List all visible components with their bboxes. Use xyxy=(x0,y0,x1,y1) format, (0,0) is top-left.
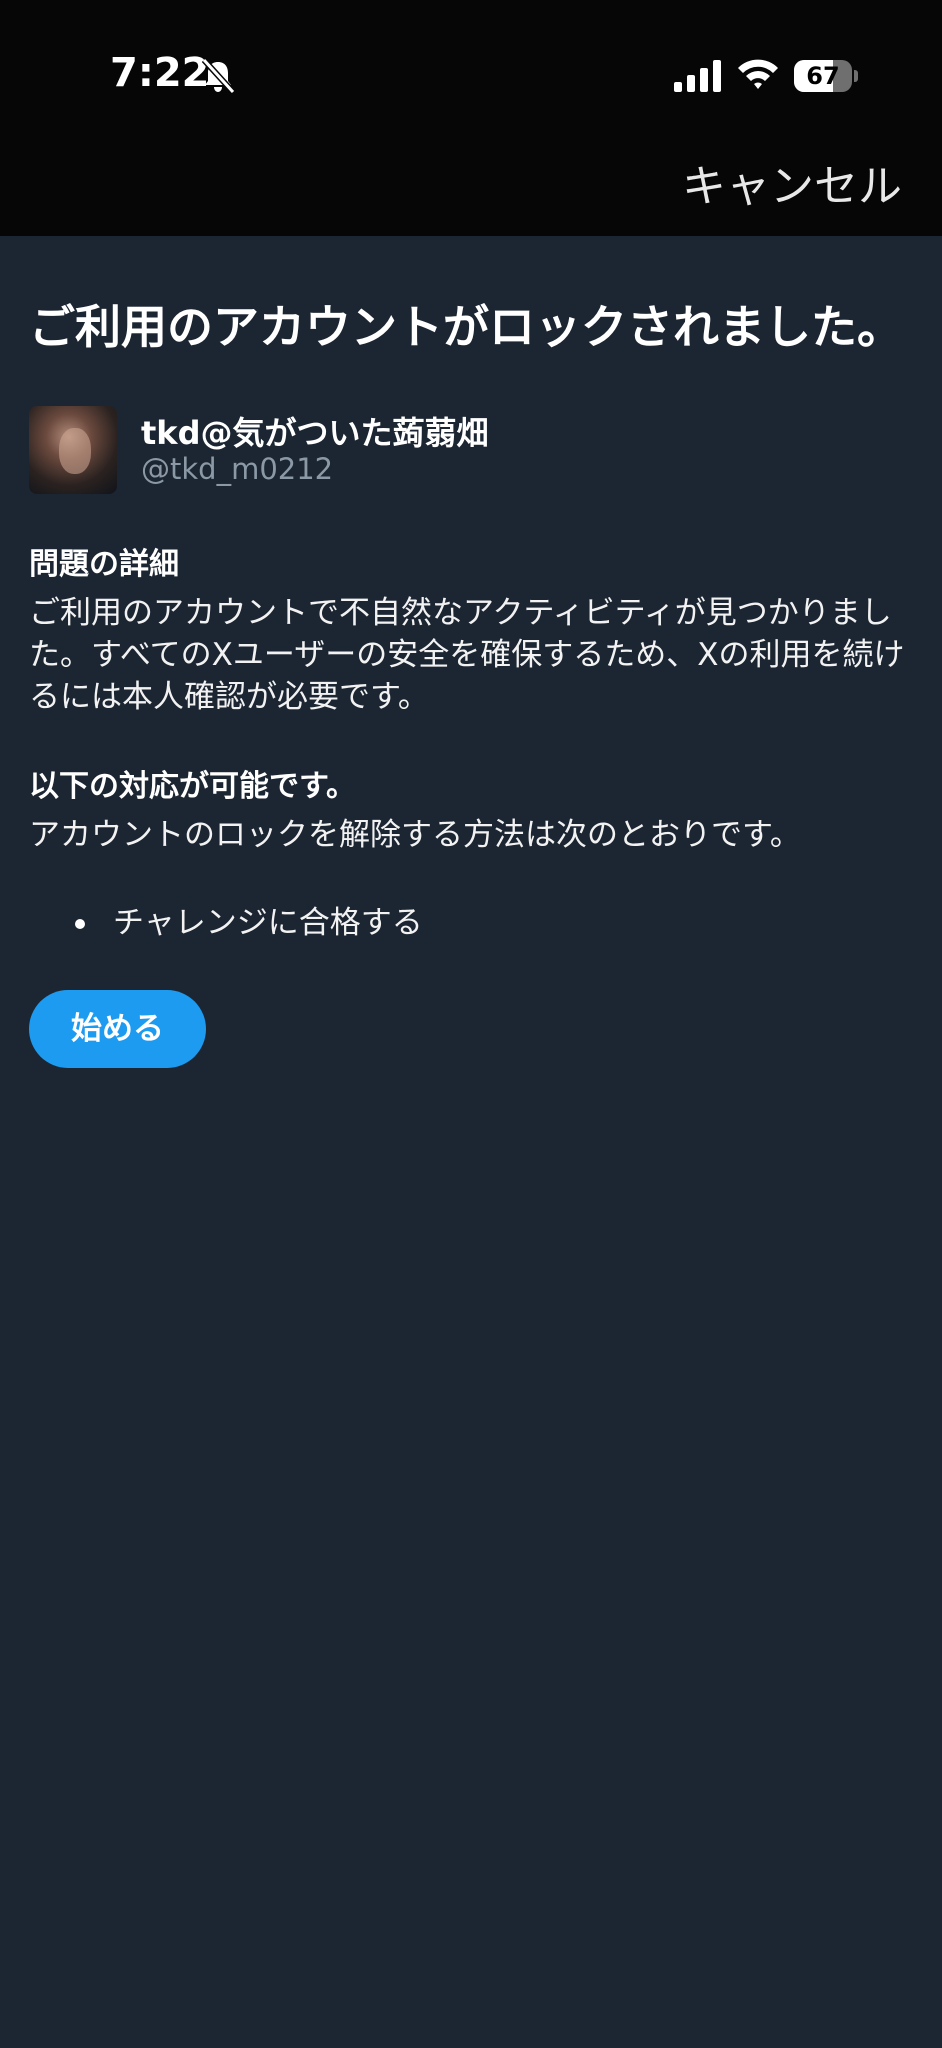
user-handle: @tkd_m0212 xyxy=(141,452,334,486)
options-list: チャレンジに合格する xyxy=(29,902,913,944)
battery-tip xyxy=(854,70,858,82)
battery-icon: 67 xyxy=(794,60,858,92)
avatar-face xyxy=(59,428,91,474)
battery-body: 67 xyxy=(794,60,852,92)
options-heading: 以下の対応が可能です。 xyxy=(29,769,356,804)
page-title: ご利用のアカウントがロックされました。 xyxy=(29,300,903,354)
signal-icon xyxy=(674,60,721,92)
avatar xyxy=(29,406,117,494)
display-name: tkd@気がついた蒟蒻畑 xyxy=(141,414,489,452)
top-bar: 7:22 67 キャンセル xyxy=(0,0,942,236)
list-item: チャレンジに合格する xyxy=(29,902,913,944)
wifi-icon xyxy=(738,59,778,89)
cancel-button[interactable]: キャンセル xyxy=(682,150,902,214)
bullet-icon xyxy=(75,919,85,929)
details-body: ご利用のアカウントで不自然なアクティビティが見つかりました。すべてのXユーザーの… xyxy=(29,595,905,715)
list-item-label: チャレンジに合格する xyxy=(113,905,423,941)
battery-level: 67 xyxy=(806,62,840,90)
main-content: ご利用のアカウントがロックされました。 tkd@気がついた蒟蒻畑 @tkd_m0… xyxy=(29,290,913,1068)
status-time: 7:22 xyxy=(110,50,210,96)
account-card: tkd@気がついた蒟蒻畑 @tkd_m0212 xyxy=(29,406,913,496)
options-body: アカウントのロックを解除する方法は次のとおりです。 xyxy=(29,817,801,853)
bell-slash-icon xyxy=(201,57,236,95)
start-button[interactable]: 始める xyxy=(29,990,206,1068)
details-heading: 問題の詳細 xyxy=(29,547,179,582)
